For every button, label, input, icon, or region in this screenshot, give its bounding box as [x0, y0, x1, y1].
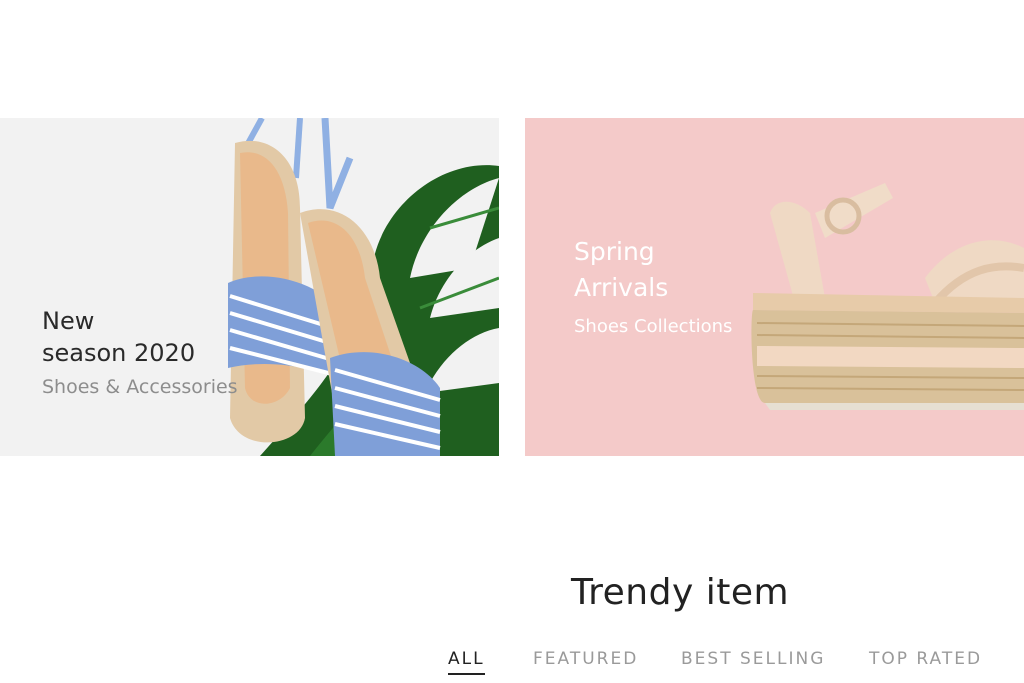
banner-left-heading-line2: season 2020 [42, 339, 196, 367]
banner-right-subtitle: Shoes Collections [574, 316, 733, 337]
tab-top-rated[interactable]: TOP RATED [869, 649, 982, 675]
platform-sandal-icon [751, 183, 1024, 410]
banner-right-heading-line2: Arrivals [574, 273, 669, 302]
banner-spring-arrivals[interactable]: Spring Arrivals Shoes Collections [525, 118, 1024, 456]
banner-left-subtitle: Shoes & Accessories [42, 376, 238, 398]
tab-featured[interactable]: FEATURED [533, 649, 638, 675]
banner-left-heading-line1: New [42, 307, 95, 335]
banner-left-text: New season 2020 Shoes & Accessories [42, 306, 238, 404]
section-title-text: Trendy item [570, 572, 790, 613]
section-title: Trendy item [0, 572, 1024, 613]
product-filter-tabs: ALL FEATURED BEST SELLING TOP RATED [0, 649, 1024, 683]
banner-new-season[interactable]: New season 2020 Shoes & Accessories [0, 118, 499, 456]
banner-right-heading-line1: Spring [574, 237, 655, 266]
page: New season 2020 Shoes & Accessories Spri… [0, 0, 1024, 683]
tab-all[interactable]: ALL [448, 649, 485, 675]
banner-image-sandals [228, 118, 499, 456]
banner-right-text: Spring Arrivals Shoes Collections [574, 234, 732, 348]
tab-best-selling[interactable]: BEST SELLING [681, 649, 825, 675]
